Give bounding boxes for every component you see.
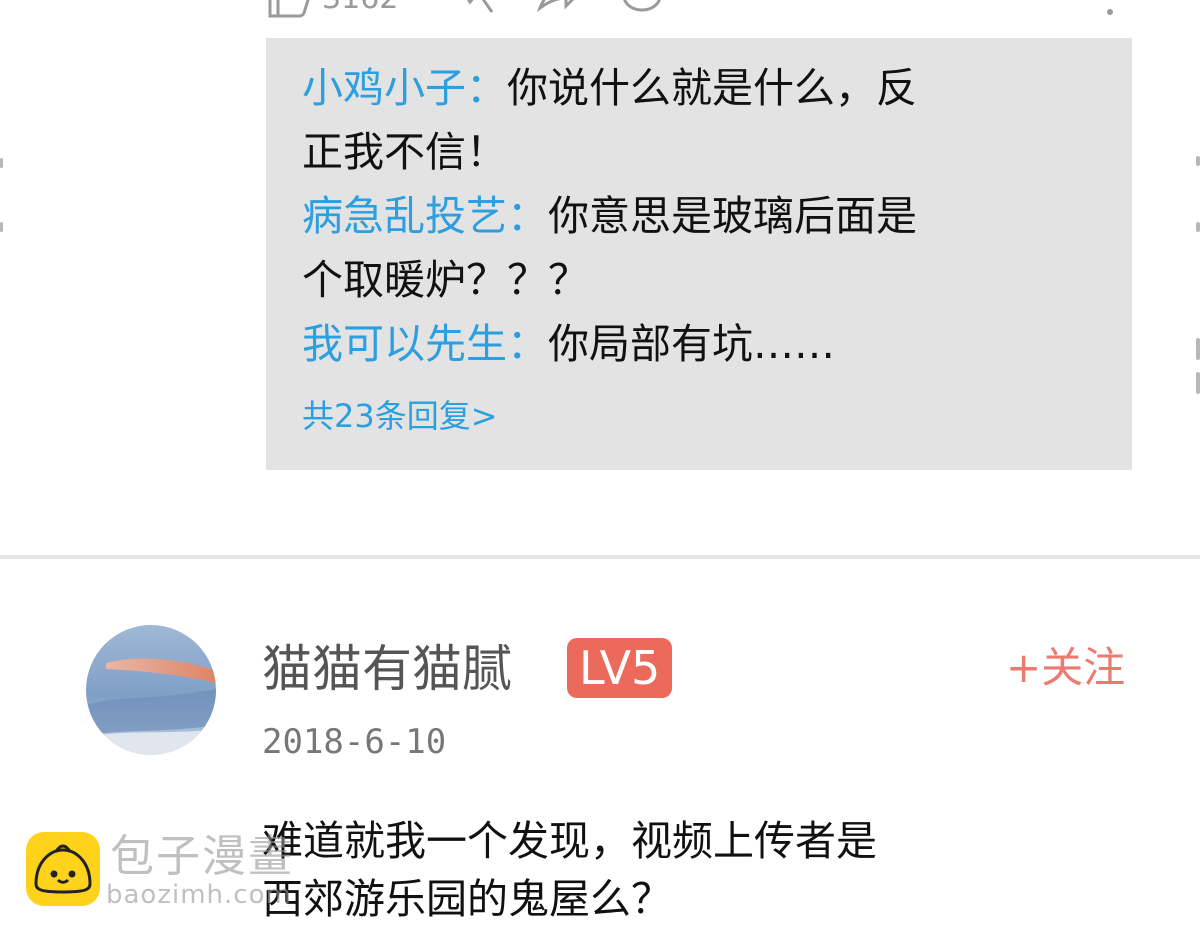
watermark-site-name: 包子漫畫: [110, 831, 294, 882]
reply-line: 病急乱投艺：你意思是玻璃后面是: [302, 184, 1062, 248]
reply-line: 正我不信！: [302, 128, 507, 176]
comment-action-bar: 3162: [0, 0, 1200, 18]
comment-icon: [623, 0, 661, 12]
reply-author[interactable]: 小鸡小子：: [302, 64, 507, 112]
post-date: 2018-6-10: [262, 722, 447, 762]
bun-logo-icon: [26, 832, 100, 906]
thumbs-up-icon: [268, 0, 310, 18]
share-button[interactable]: [452, 0, 496, 18]
reply-preview-box[interactable]: 小鸡小子：你说什么就是什么，反 正我不信！ 病急乱投艺：你意思是玻璃后面是 个取…: [266, 38, 1132, 470]
post-body-line: 难道就我一个发现，视频上传者是: [262, 817, 877, 865]
comment-button[interactable]: [620, 0, 664, 18]
edge-mark: [0, 222, 3, 232]
reply-author[interactable]: 病急乱投艺：: [302, 192, 548, 240]
watermark-site-url: baozimh.com: [106, 880, 292, 910]
like-count: 3162: [322, 0, 398, 16]
reply-text: 你意思是玻璃后面是: [548, 192, 917, 240]
view-all-replies-link[interactable]: 共23条回复>: [302, 394, 498, 438]
section-divider: [0, 555, 1200, 559]
follow-button[interactable]: +关注: [1006, 640, 1125, 696]
comment-thread-page: 3162 小鸡小子：你说什么就是什么，反: [0, 0, 1200, 937]
post-body: 难道就我一个发现，视频上传者是 西郊游乐园的鬼屋么？: [262, 812, 1022, 928]
edge-mark: [1196, 156, 1200, 166]
reply-text: 你说什么就是什么，反: [507, 64, 917, 112]
reply-author[interactable]: 我可以先生：: [302, 320, 548, 368]
share-icon: [467, 0, 494, 13]
edge-mark: [1196, 372, 1200, 394]
edge-mark: [1196, 338, 1200, 360]
like-button[interactable]: 3162: [266, 0, 398, 18]
reply-text: 你局部有坑……: [548, 320, 835, 368]
post-body-line: 西郊游乐园的鬼屋么？: [262, 875, 672, 923]
reply-line: 小鸡小子：你说什么就是什么，反: [302, 56, 1062, 120]
username[interactable]: 猫猫有猫腻: [262, 634, 512, 704]
forward-button[interactable]: [536, 0, 580, 18]
reply-line: 我可以先生：你局部有坑……: [302, 312, 1062, 376]
edge-mark: [1196, 222, 1200, 232]
edge-mark: [0, 158, 3, 168]
sky-avatar-image: [86, 625, 216, 755]
watermark: 包子漫畫 baozimh.com: [26, 830, 316, 910]
forward-icon: [536, 0, 575, 13]
level-badge: LV5: [567, 638, 673, 698]
reply-list: 小鸡小子：你说什么就是什么，反 正我不信！ 病急乱投艺：你意思是玻璃后面是 个取…: [302, 56, 1062, 376]
more-icon: [1107, 9, 1113, 15]
more-button[interactable]: [1100, 0, 1120, 18]
reply-line: 个取暖炉？？？: [302, 256, 589, 304]
avatar[interactable]: [86, 625, 216, 755]
